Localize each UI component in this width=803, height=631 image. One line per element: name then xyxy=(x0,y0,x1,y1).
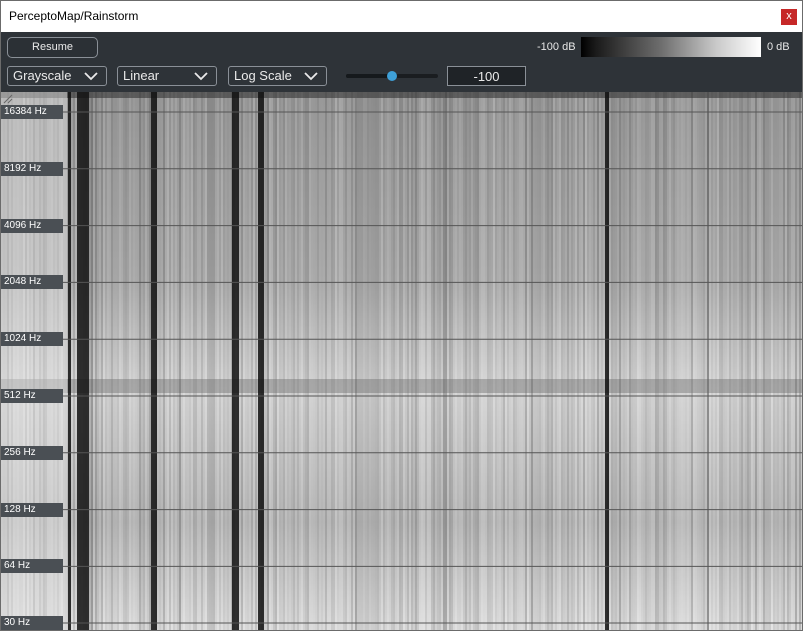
floor-value-field[interactable]: -100 xyxy=(447,66,526,86)
floor-slider[interactable] xyxy=(346,71,438,81)
frequency-label: 8192 Hz xyxy=(1,161,63,176)
frequency-label: 4096 Hz xyxy=(1,218,63,233)
frequency-label: 2048 Hz xyxy=(1,275,63,290)
slider-thumb[interactable] xyxy=(387,71,397,81)
slider-fill xyxy=(346,74,392,78)
frequency-label: 1024 Hz xyxy=(1,332,63,347)
resize-grip-icon[interactable] xyxy=(1,92,13,104)
frequency-label: 16384 Hz xyxy=(1,105,63,119)
frequency-label: 128 Hz xyxy=(1,502,63,517)
colormap-dropdown[interactable]: Grayscale xyxy=(7,66,107,86)
spectrogram-view[interactable]: 16384 Hz 8192 Hz 4096 Hz 2048 Hz 1024 Hz 512 … xyxy=(1,92,802,630)
db-colorbar xyxy=(581,37,761,57)
db-max-label: 0 dB xyxy=(767,41,790,53)
db-min-label: -100 dB xyxy=(537,41,576,53)
scale-selected: Log Scale xyxy=(234,68,292,83)
frequency-mode-selected: Linear xyxy=(123,68,160,83)
chevron-down-icon xyxy=(84,72,98,81)
spectrogram-canvas xyxy=(1,92,802,630)
frequency-label: 30 Hz xyxy=(1,616,63,630)
scale-dropdown[interactable]: Log Scale xyxy=(228,66,327,86)
colormap-selected: Grayscale xyxy=(13,68,72,83)
chevron-down-icon xyxy=(194,72,208,81)
frequency-label: 512 Hz xyxy=(1,389,63,403)
frequency-mode-dropdown[interactable]: Linear xyxy=(117,66,217,86)
frequency-label: 256 Hz xyxy=(1,445,63,460)
frequency-label: 64 Hz xyxy=(1,559,63,574)
app-window: PerceptoMap/Rainstorm x Resume -100 dB 0… xyxy=(0,0,803,631)
window-title: PerceptoMap/Rainstorm xyxy=(9,9,139,23)
toolbar: Resume -100 dB 0 dB Grayscale Linear Log… xyxy=(1,32,802,92)
title-bar[interactable]: PerceptoMap/Rainstorm x xyxy=(1,1,802,32)
resume-button[interactable]: Resume xyxy=(7,37,98,58)
chevron-down-icon xyxy=(304,72,318,81)
close-button[interactable]: x xyxy=(781,9,797,25)
